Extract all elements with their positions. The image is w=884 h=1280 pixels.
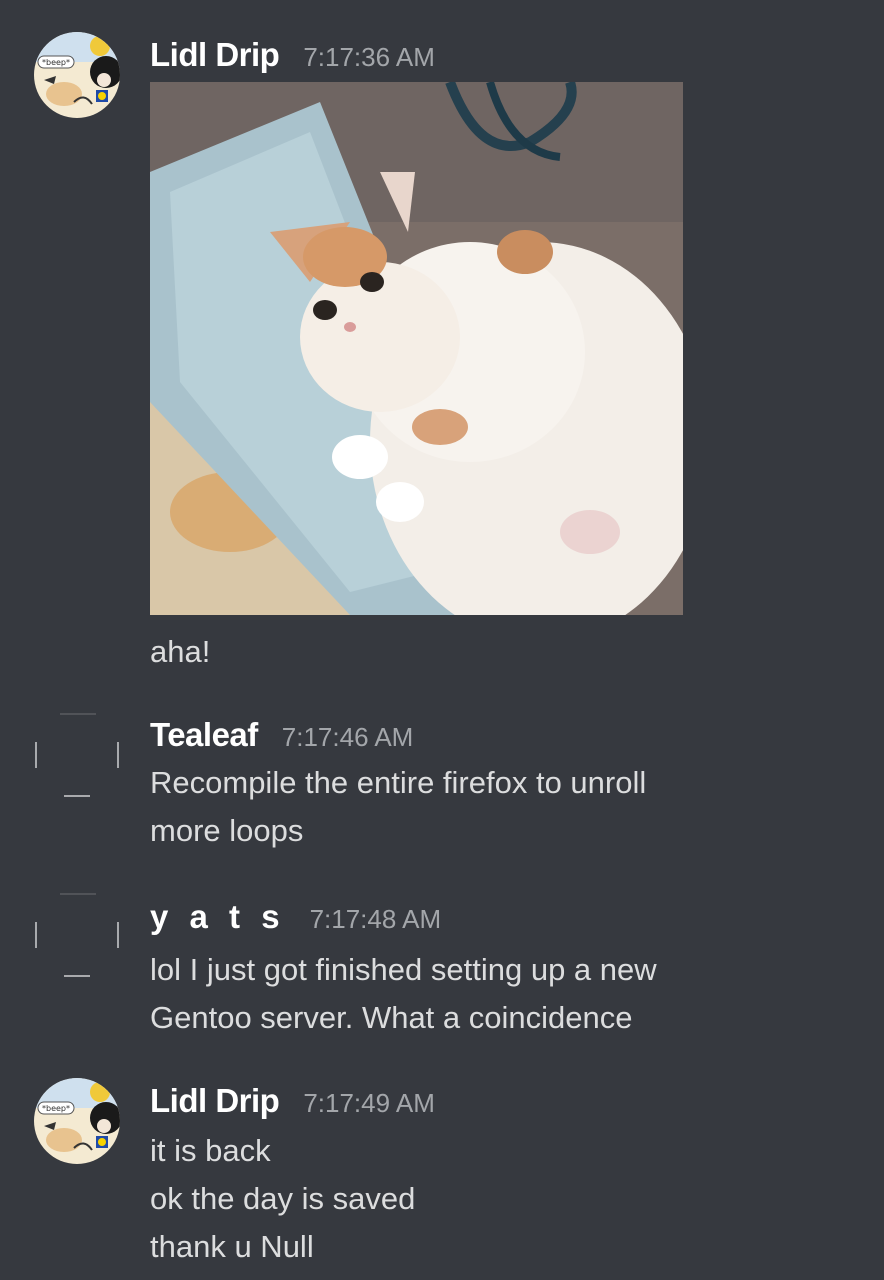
message-content: aha! bbox=[150, 628, 210, 676]
timestamp: 7:17:49 AM bbox=[303, 1088, 435, 1118]
message-content: it is back ok the day is saved thank u N… bbox=[150, 1127, 415, 1271]
lidl-drip-avatar-icon[interactable]: *beep* bbox=[34, 32, 120, 118]
lidl-drip-avatar-icon[interactable]: *beep* bbox=[34, 1078, 120, 1164]
placeholder-avatar-icon[interactable] bbox=[34, 712, 120, 798]
message-line: aha! bbox=[150, 634, 211, 669]
message-line: more loops bbox=[150, 813, 304, 848]
username[interactable]: Lidl Drip bbox=[150, 36, 280, 74]
message-line: Recompile the entire firefox to unroll bbox=[150, 765, 647, 800]
username[interactable]: Tealeaf bbox=[150, 716, 258, 754]
message-header: Lidl Drip 7:17:36 AM bbox=[150, 36, 435, 74]
chat-message-list: *beep* Lidl Drip 7:17:36 AM aha! Tealeaf… bbox=[0, 0, 884, 1280]
timestamp: 7:17:46 AM bbox=[281, 722, 414, 752]
message-content: Recompile the entire firefox to unroll m… bbox=[150, 759, 646, 855]
message-line: ok the day is saved bbox=[150, 1181, 416, 1216]
placeholder-avatar-icon[interactable] bbox=[34, 892, 120, 978]
message-header: Lidl Drip 7:17:49 AM bbox=[150, 1082, 435, 1120]
avatar-caption: *beep* bbox=[42, 58, 70, 67]
username[interactable]: Lidl Drip bbox=[150, 1082, 280, 1120]
message-line: it is back bbox=[150, 1133, 271, 1168]
message-header: Tealeaf 7:17:46 AM bbox=[150, 716, 413, 754]
timestamp: 7:17:36 AM bbox=[303, 42, 435, 72]
message-line: Gentoo server. What a coincidence bbox=[150, 1000, 633, 1035]
avatar-caption: *beep* bbox=[42, 1104, 70, 1113]
message-content: lol I just got finished setting up a new… bbox=[150, 946, 657, 1042]
message-line: thank u Null bbox=[150, 1229, 314, 1264]
message-header: y a t s 7:17:48 AM bbox=[150, 898, 441, 936]
message-line: lol I just got finished setting up a new bbox=[150, 952, 657, 987]
username[interactable]: y a t s bbox=[150, 898, 286, 936]
timestamp: 7:17:48 AM bbox=[309, 904, 442, 934]
crying-cat-image-icon[interactable] bbox=[150, 82, 683, 615]
